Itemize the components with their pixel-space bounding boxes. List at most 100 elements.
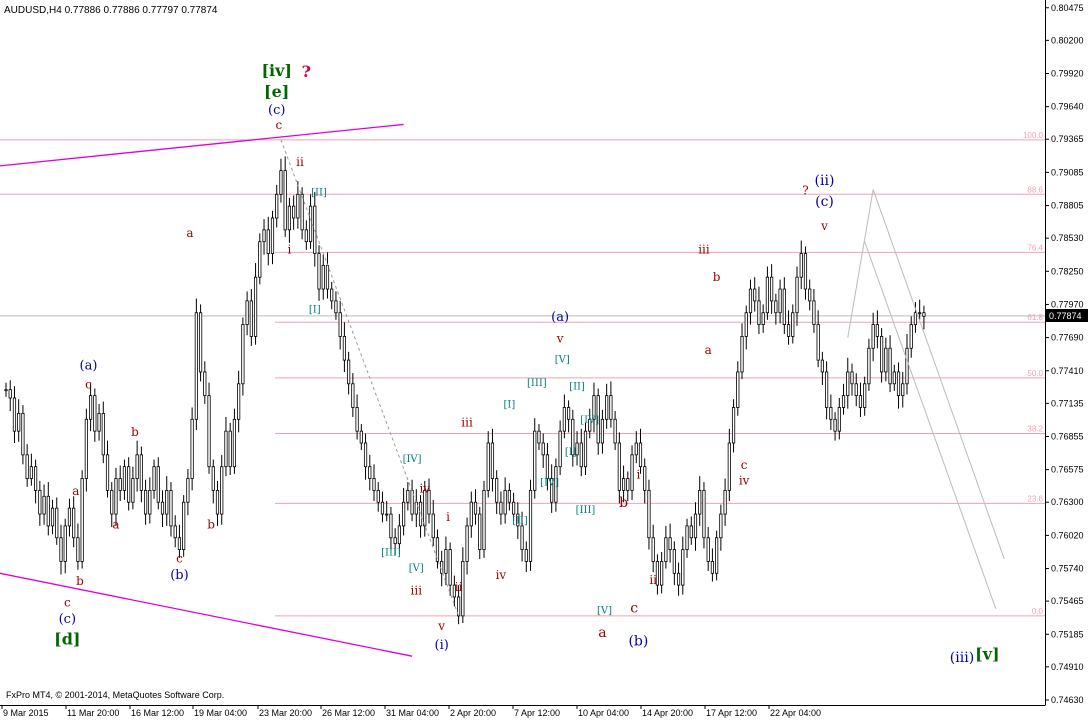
candle-body — [647, 489, 651, 539]
candle-body — [524, 549, 528, 562]
candle-body — [761, 312, 765, 325]
candle-body — [600, 418, 605, 444]
wave-label: ii — [455, 580, 463, 594]
candle-body — [368, 466, 372, 479]
candle-body — [190, 418, 194, 479]
candle-body — [634, 442, 638, 456]
fib-level-label: 76.4 — [1027, 243, 1043, 252]
wave-label: [d] — [54, 629, 80, 648]
candle-body — [858, 395, 863, 408]
wave-label: a — [186, 226, 193, 240]
wave-label: [II] — [512, 516, 528, 527]
time-tick-label: 2 Apr 20:00 — [450, 708, 496, 718]
candle-body — [892, 371, 896, 385]
price-tick-label: 0.75740 — [1051, 564, 1084, 574]
candle-body — [89, 395, 93, 420]
price-tick-label: 0.80200 — [1051, 35, 1084, 45]
candle-body — [122, 466, 127, 491]
price-tick-label: 0.78530 — [1051, 233, 1084, 243]
candle-body — [583, 430, 588, 468]
time-tick-label: 16 Mar 12:00 — [131, 708, 184, 718]
wave-label: v — [437, 619, 445, 633]
time-tick-label: 19 Mar 04:00 — [194, 708, 247, 718]
candle-body — [177, 537, 182, 550]
price-tick-label: 0.76575 — [1051, 465, 1084, 475]
candle-body — [279, 170, 283, 195]
wave-label: ? — [802, 183, 808, 197]
time-tick-label: 14 Apr 20:00 — [642, 708, 693, 718]
candle-body — [482, 489, 486, 550]
candle-body — [918, 312, 922, 315]
price-chart[interactable]: 100.0 88.6 76.4 61.8 50.0 38.2 23.6 0.0 [iv] ? [e… — [0, 0, 1088, 721]
time-tick-label: 23 Mar 20:00 — [259, 708, 312, 718]
wave-label: (b) — [628, 634, 648, 650]
wave-label: b — [131, 425, 139, 439]
copyright-note: FxPro MT4, © 2001-2014, MetaQuotes Softw… — [6, 690, 224, 700]
candle-body — [321, 264, 325, 290]
candle-body — [38, 489, 42, 515]
candle-body — [537, 430, 541, 444]
candle-body — [207, 395, 211, 468]
candle-body — [224, 430, 228, 468]
wave-label: a — [112, 517, 119, 531]
current-price-tag: 0.77874 — [1046, 309, 1088, 322]
chart-background — [0, 0, 1088, 721]
price-tick-label: 0.76020 — [1051, 530, 1084, 540]
candle-body — [203, 371, 207, 397]
wave-label: [I] — [503, 399, 515, 410]
fib-level-label: 23.6 — [1027, 494, 1043, 503]
wave-label: iv — [739, 473, 750, 487]
wave-label: c — [64, 595, 71, 609]
candle-body — [913, 312, 918, 325]
candle-body — [50, 507, 55, 527]
candle-body — [266, 229, 270, 254]
time-tick-label: 9 Mar 2015 — [3, 708, 49, 718]
candle-body — [668, 537, 672, 550]
candle-body — [34, 466, 38, 491]
candle-body — [757, 300, 761, 325]
candle-body — [270, 217, 275, 254]
time-tick-label: 17 Apr 12:00 — [706, 708, 757, 718]
candle-body — [300, 193, 304, 231]
candle-body — [744, 312, 748, 337]
candle-body — [406, 489, 410, 503]
candle-body — [156, 466, 160, 503]
candle-body — [152, 466, 156, 491]
candle-body — [63, 525, 67, 562]
candle-body — [689, 525, 693, 539]
wave-label: (c) — [268, 103, 285, 118]
candle-body — [816, 324, 820, 361]
candle-body — [105, 454, 110, 491]
candle-body — [211, 466, 215, 491]
candle-body — [46, 495, 50, 527]
wave-label: [v] — [975, 645, 999, 664]
wave-label: [III] — [381, 548, 401, 559]
candle-body — [359, 430, 363, 444]
candle-body — [287, 205, 292, 231]
candle-body — [638, 442, 643, 468]
wave-label: (i) — [435, 638, 449, 653]
candle-body — [854, 383, 858, 397]
candle-body — [786, 324, 791, 337]
wave-label: i — [287, 243, 291, 257]
candle-body — [736, 371, 740, 408]
wave-label: ii — [296, 155, 304, 169]
candle-body — [186, 478, 190, 503]
candle-body — [110, 489, 114, 515]
candle-body — [765, 276, 770, 314]
candle-body — [165, 489, 169, 515]
candle-body — [909, 324, 913, 349]
price-tick-label: 0.80475 — [1051, 3, 1084, 13]
wave-label: [iv] — [261, 61, 292, 80]
candle-body — [558, 430, 562, 468]
candle-body — [380, 501, 385, 515]
wave-label: iv — [419, 482, 430, 496]
candle-body — [486, 442, 490, 491]
candle-body — [393, 537, 397, 545]
candle-body — [685, 525, 689, 550]
candle-body — [258, 241, 262, 278]
price-tick-label: 0.78805 — [1051, 201, 1084, 211]
candle-body — [495, 478, 499, 503]
candle-body — [330, 288, 334, 302]
candle-body — [922, 312, 926, 317]
